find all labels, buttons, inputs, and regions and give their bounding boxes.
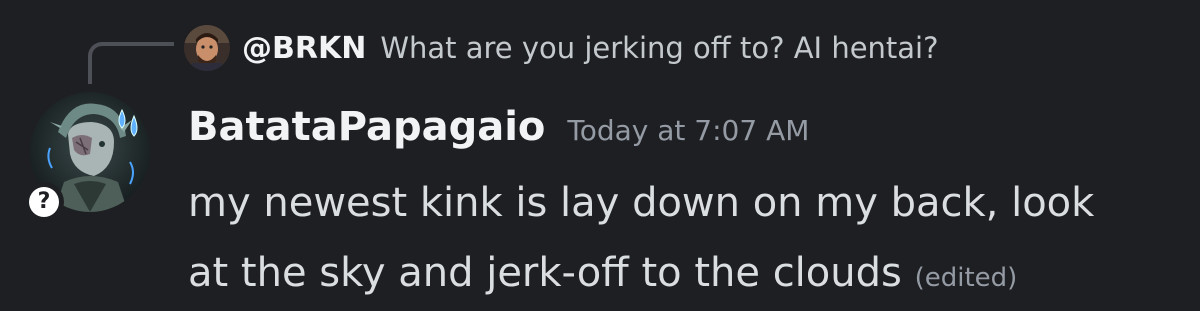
chat-message: @BRKN What are you jerking off to? AI he… bbox=[0, 0, 1200, 311]
reply-text[interactable]: What are you jerking off to? AI hentai? bbox=[380, 31, 938, 65]
message-line-2-container: at the sky and jerk-off to the clouds (e… bbox=[188, 238, 1178, 311]
message-content: my newest kink is lay down on my back, l… bbox=[188, 168, 1178, 311]
question-icon: ? bbox=[29, 187, 59, 217]
help-badge[interactable]: ? bbox=[24, 182, 64, 222]
message-line-1: my newest kink is lay down on my back, l… bbox=[188, 180, 1095, 226]
message-line-2: at the sky and jerk-off to the clouds bbox=[188, 250, 902, 296]
edited-label[interactable]: (edited) bbox=[915, 263, 1018, 293]
reply-author[interactable]: @BRKN bbox=[242, 31, 366, 66]
reply-avatar[interactable] bbox=[184, 25, 230, 71]
username[interactable]: BatataPapagaio bbox=[188, 104, 545, 150]
reply-preview[interactable]: @BRKN What are you jerking off to? AI he… bbox=[184, 18, 939, 78]
timestamp[interactable]: Today at 7:07 AM bbox=[567, 114, 809, 147]
avatar-container[interactable]: ? bbox=[24, 92, 150, 222]
message-header: BatataPapagaio Today at 7:07 AM bbox=[188, 104, 809, 150]
reply-connector bbox=[88, 42, 174, 84]
